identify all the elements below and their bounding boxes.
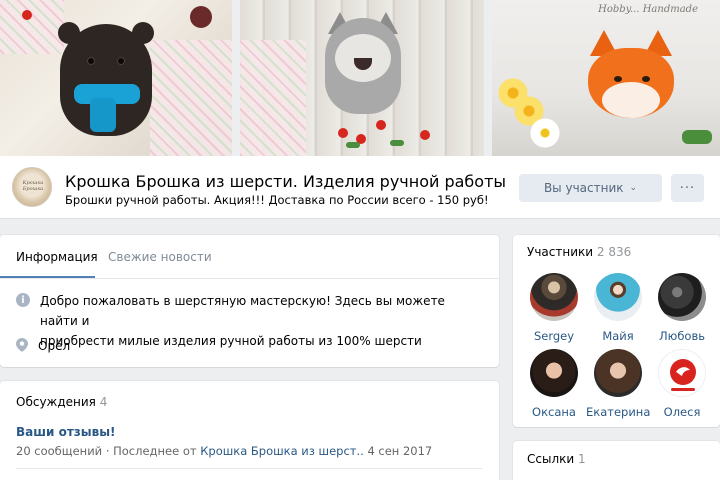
avatar: [530, 273, 578, 321]
avatar: [530, 349, 578, 397]
info-icon: i: [16, 293, 30, 307]
tab-fresh-news[interactable]: Свежие новости: [108, 250, 212, 264]
bear-eye: [88, 58, 94, 64]
more-actions-button[interactable]: ···: [671, 174, 704, 202]
berry: [420, 130, 430, 140]
member-name: Майя: [602, 329, 634, 343]
discussions-count: 4: [99, 395, 108, 409]
avatar-logo-text: Крошка Брошка: [22, 180, 44, 192]
community-name: Крошка Брошка из шерсти. Изделия ручной …: [65, 172, 507, 191]
chevron-down-icon: ⌄: [629, 183, 638, 193]
floral-fabric: [240, 40, 306, 156]
community-avatar[interactable]: Крошка Брошка: [12, 167, 52, 207]
divider: [16, 468, 482, 469]
member-name: Sergey: [533, 329, 575, 343]
avatar: [594, 349, 642, 397]
description-line: Добро пожаловать в шерстяную мастерскую!…: [40, 294, 445, 328]
community-description: Добро пожаловать в шерстяную мастерскую!…: [40, 291, 470, 351]
member-item[interactable]: Екатерина: [586, 349, 650, 419]
member-item[interactable]: Sergey: [522, 273, 586, 343]
daisy: [530, 118, 560, 148]
discussion-topic-link[interactable]: Ваши отзывы!: [16, 425, 116, 439]
member-item[interactable]: Оксана: [522, 349, 586, 419]
community-city: Орёл: [38, 339, 71, 353]
cover-photos: Hobby... Handmade: [0, 0, 720, 156]
leaf: [682, 130, 712, 144]
floral-fabric: [150, 40, 232, 156]
avatar: [594, 273, 642, 321]
fox-cheek: [602, 82, 660, 118]
info-card: Информация Свежие новости i Добро пожало…: [0, 235, 499, 367]
members-title-label: Участники: [527, 245, 594, 259]
city-row: Орёл: [16, 337, 70, 355]
community-status: Брошки ручной работы. Акция!!! Доставка …: [65, 193, 489, 207]
links-title[interactable]: Ссылки 1: [527, 452, 586, 466]
more-dots-icon: ···: [679, 180, 696, 196]
meta-separator: ·: [105, 444, 110, 458]
member-name: Екатерина: [586, 405, 651, 419]
fox-eye: [642, 76, 650, 82]
community-page: Hobby... Handmade Крошка Брошка Крошка Б…: [0, 0, 720, 480]
member-item[interactable]: Любовь: [650, 273, 714, 343]
member-item[interactable]: Майя: [586, 273, 650, 343]
last-post-prefix: Последнее от: [113, 444, 197, 458]
bear-eye: [118, 58, 124, 64]
cover-photo-bear[interactable]: [0, 0, 232, 156]
fox-eye: [614, 76, 622, 82]
avatar: [658, 349, 706, 397]
floral-fabric: [0, 0, 64, 54]
description-row: i Добро пожаловать в шерстяную мастерску…: [16, 291, 470, 351]
cover-photo-cat[interactable]: [240, 0, 484, 156]
discussions-title-label: Обсуждения: [16, 395, 96, 409]
member-name: Олеся: [663, 405, 701, 419]
berry: [338, 128, 348, 138]
active-tab-indicator: [0, 276, 95, 278]
member-item[interactable]: Олеся: [650, 349, 714, 419]
avatar: [658, 273, 706, 321]
member-status-label: Вы участник: [543, 181, 624, 195]
links-title-label: Ссылки: [527, 452, 575, 466]
blue-scarf-tail: [90, 98, 116, 132]
tab-information[interactable]: Информация: [16, 250, 98, 264]
discussions-title[interactable]: Обсуждения 4: [16, 395, 107, 409]
berry: [22, 10, 32, 20]
leaf: [390, 140, 404, 146]
members-title[interactable]: Участники 2 836: [527, 245, 631, 259]
cover-watermark: Hobby... Handmade: [598, 4, 698, 15]
info-tabs: Информация Свежие новости: [0, 235, 499, 279]
ornament: [190, 6, 212, 28]
last-post-date: 4 сен 2017: [367, 444, 433, 458]
discussion-message-count[interactable]: 20 сообщений: [16, 444, 102, 458]
cover-photo-fox[interactable]: Hobby... Handmade: [492, 0, 720, 156]
location-pin-icon: [16, 338, 28, 352]
leaf: [346, 142, 360, 148]
member-name: Оксана: [532, 405, 576, 419]
links-count: 1: [578, 452, 586, 466]
member-status-button[interactable]: Вы участник ⌄: [519, 174, 662, 202]
member-logo-icon: [670, 359, 696, 391]
members-count: 2 836: [596, 245, 632, 259]
discussion-meta: 20 сообщений · Последнее от Крошка Брошк…: [16, 444, 432, 458]
last-post-author[interactable]: Крошка Брошка из шерст..: [200, 444, 364, 458]
berry: [376, 120, 386, 130]
description-line: приобрести милые изделия ручной работы и…: [40, 334, 422, 348]
member-name: Любовь: [658, 329, 705, 343]
